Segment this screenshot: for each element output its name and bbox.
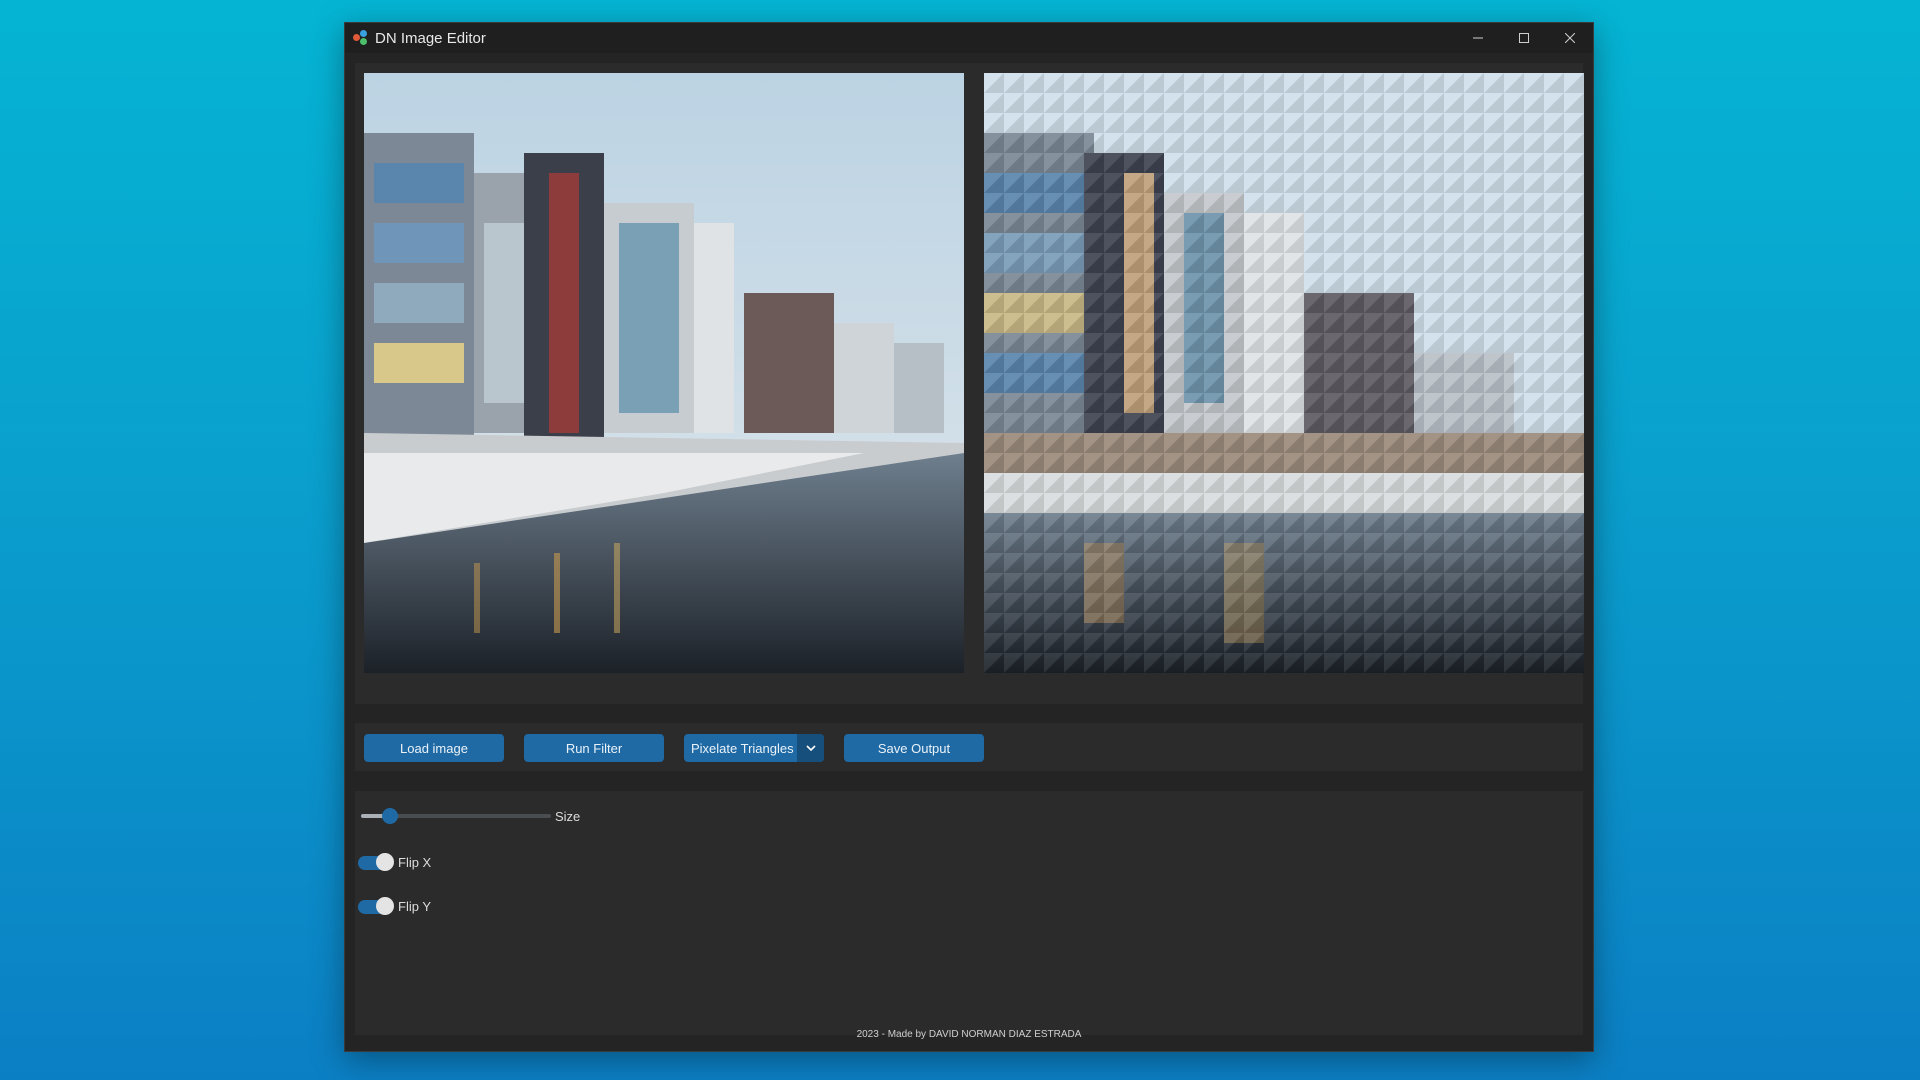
maximize-icon [1519, 33, 1529, 43]
run-filter-button[interactable]: Run Filter [524, 734, 664, 762]
app-logo-icon [353, 30, 369, 46]
minimize-button[interactable] [1455, 23, 1501, 53]
footer-credit: 2023 - Made by DAVID NORMAN DIAZ ESTRADA [856, 1029, 1082, 1040]
size-label: Size [555, 809, 581, 824]
close-button[interactable] [1547, 23, 1593, 53]
original-image [364, 73, 964, 673]
filter-select[interactable]: Pixelate Triangles [684, 734, 824, 762]
filter-select-value: Pixelate Triangles [691, 740, 794, 756]
save-output-button[interactable]: Save Output [844, 734, 984, 762]
close-icon [1565, 33, 1575, 43]
options-panel: Size Flip X Flip Y [355, 791, 1583, 1035]
title-bar[interactable]: DN Image Editor [345, 23, 1593, 53]
flip-x-label: Flip X [398, 855, 432, 870]
flip-y-label: Flip Y [398, 899, 431, 914]
maximize-button[interactable] [1501, 23, 1547, 53]
load-image-button[interactable]: Load image [364, 734, 504, 762]
size-slider-handle[interactable] [381, 808, 398, 824]
size-slider[interactable] [361, 808, 551, 824]
flip-x-toggle-knob [376, 853, 394, 871]
chevron-down-icon[interactable] [797, 734, 824, 762]
flip-x-toggle[interactable] [358, 853, 394, 871]
app-window: DN Image Editor Load image Run Filter Pi… [344, 22, 1594, 1052]
window-title: DN Image Editor [375, 29, 486, 47]
filtered-image [984, 73, 1584, 673]
flip-y-toggle-knob [376, 897, 394, 915]
image-preview-panel [355, 63, 1584, 704]
flip-y-toggle[interactable] [358, 897, 394, 915]
minimize-icon [1473, 37, 1483, 39]
toolbar: Load image Run Filter Pixelate Triangles… [355, 723, 1583, 771]
